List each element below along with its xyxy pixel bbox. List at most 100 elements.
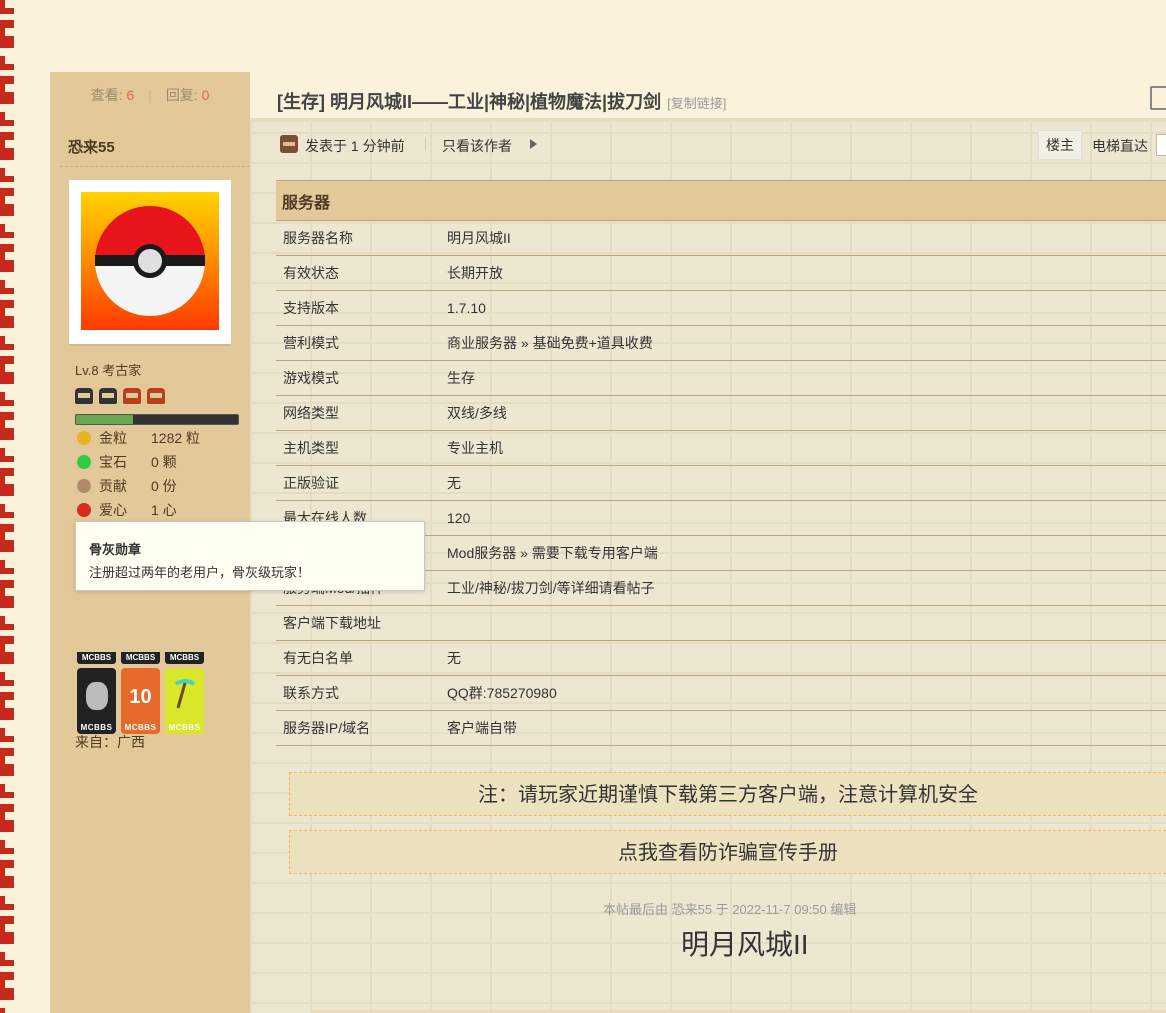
user-level: Lv.8 考古家	[75, 363, 142, 378]
views-count: 6	[126, 87, 135, 103]
thread-title-bar: [生存] 明月风城II——工业|神秘|植物魔法|拔刀剑 [复制链接]	[250, 72, 1166, 122]
floor-jump-input[interactable]	[1156, 134, 1166, 156]
table-row: 有无白名单 无	[276, 641, 1166, 676]
table-row: 服务器IP/域名 客户端自带	[276, 711, 1166, 746]
avatar[interactable]	[69, 180, 231, 346]
medal-pickaxe[interactable]: MCBBS	[165, 668, 204, 734]
user-stat: 宝石 0 颗	[77, 452, 177, 472]
stat-label: 爱心	[99, 502, 127, 518]
user-stat: 爱心 1 心	[77, 500, 177, 520]
row-key: 有无白名单	[283, 650, 353, 666]
medal[interactable]: MCBBS	[121, 652, 160, 664]
stat-value: 1 心	[151, 502, 177, 518]
table-row: 游戏模式 生存	[276, 361, 1166, 396]
thread-stats: 查看: 6 | 回复: 0	[50, 72, 250, 122]
stat-label: 宝石	[99, 454, 127, 470]
arrow-right-icon[interactable]	[530, 139, 537, 149]
row-key: 游戏模式	[283, 370, 339, 386]
row-value: Mod服务器 » 需要下载专用客户端	[447, 545, 658, 561]
medal[interactable]: MCBBS	[77, 652, 116, 664]
stat-value: 0 颗	[151, 454, 177, 470]
post-time: 发表于 1 分钟前	[305, 138, 405, 154]
table-row: 网络类型 双线/多线	[276, 396, 1166, 431]
server-info-table: 服务器 服务器名称 明月风城II 有效状态 长期开放支持版本 1.7.10 营利模式 商业服…	[276, 180, 1166, 746]
stat-value: 0 份	[151, 478, 177, 494]
only-author-link[interactable]: 只看该作者	[442, 136, 512, 156]
row-value: 120	[447, 510, 471, 526]
pokeball-avatar-image	[81, 192, 219, 330]
ash-pile-icon	[86, 682, 108, 710]
row-value: 无	[447, 650, 461, 666]
replies-label: 回复:	[165, 87, 198, 103]
tooltip-description: 注册超过两年的老用户，骨灰级玩家！	[89, 565, 311, 580]
row-value: 明月风城II	[447, 230, 511, 246]
row-value: 生存	[447, 370, 475, 386]
user-location: 来自：广西	[75, 734, 145, 750]
print-icon[interactable]	[1150, 86, 1166, 110]
row-key: 主机类型	[283, 440, 339, 456]
thread-title: [生存] 明月风城II——工业|神秘|植物魔法|拔刀剑	[277, 92, 662, 112]
row-key: 正版验证	[283, 475, 339, 491]
row-value: 商业服务器 » 基础免费+道具收费	[447, 335, 653, 351]
row-key: 营利模式	[283, 335, 339, 351]
table-row: 营利模式 商业服务器 » 基础免费+道具收费	[276, 326, 1166, 361]
medal[interactable]: MCBBS	[165, 652, 204, 664]
emerald-icon	[77, 455, 91, 469]
apple-icon	[77, 503, 91, 517]
row-key: 网络类型	[283, 405, 339, 421]
row-value: 双线/多线	[447, 405, 507, 421]
helmet-icon	[99, 388, 117, 404]
replies-count: 0	[201, 87, 210, 103]
medal-10[interactable]: 10 MCBBS	[121, 668, 160, 734]
copy-link-button[interactable]: [复制链接]	[667, 96, 726, 111]
divider	[60, 166, 250, 167]
user-stat: 金粒 1282 粒	[77, 428, 200, 448]
row-key: 有效状态	[283, 265, 339, 281]
stat-value: 1282 粒	[151, 430, 201, 446]
views-label: 查看:	[90, 87, 123, 103]
row-key: 客户端下载地址	[283, 615, 381, 631]
row-value: 工业/神秘/拔刀剑/等详细请看帖子	[447, 580, 655, 596]
row-value	[447, 606, 1166, 641]
post-meta-bar: 发表于 1 分钟前 只看该作者 楼主 电梯直达	[250, 122, 1166, 166]
row-value: 客户端自带	[447, 720, 517, 736]
medal-ash[interactable]: MCBBS	[77, 668, 116, 734]
helmet-icon	[147, 388, 165, 404]
table-row: 主机类型 专业主机	[276, 431, 1166, 466]
table-row: 服务器名称 明月风城II	[276, 221, 1166, 256]
row-value: QQ群:785270980	[447, 685, 557, 701]
anti-fraud-link[interactable]: 点我查看防诈骗宣传手册	[289, 830, 1166, 874]
table-header: 服务器	[276, 180, 1166, 221]
server-name-heading: 明月风城II	[681, 929, 809, 960]
author-head-icon	[280, 135, 298, 153]
helmet-icon	[75, 388, 93, 404]
row-value: 长期开放	[447, 265, 503, 281]
row-value: 专业主机	[447, 440, 503, 456]
row-key: 服务器IP/域名	[283, 720, 371, 736]
elevator-label: 电梯直达	[1092, 138, 1148, 154]
username[interactable]: 恐来55	[68, 136, 115, 157]
cookie-icon	[77, 479, 91, 493]
level-helmets	[75, 388, 165, 404]
row-value: 1.7.10	[447, 300, 486, 316]
table-header-title: 服务器	[282, 194, 331, 212]
table-row: 正版验证 无	[276, 466, 1166, 501]
stat-label: 贡献	[99, 478, 127, 494]
floor-label: 楼主	[1038, 130, 1082, 160]
stat-label: 金粒	[99, 430, 127, 446]
medal-tooltip: 骨灰勋章 注册超过两年的老用户，骨灰级玩家！	[75, 521, 425, 591]
row-value: 无	[447, 475, 461, 491]
left-decorative-border	[0, 0, 14, 1013]
security-notice: 注：请玩家近期谨慎下载第三方客户端，注意计算机安全	[289, 772, 1166, 816]
row-key: 联系方式	[283, 685, 339, 701]
gold-nugget-icon	[77, 431, 91, 445]
user-stat: 贡献 0 份	[77, 476, 177, 496]
helmet-icon	[123, 388, 141, 404]
table-row: 客户端下载地址	[276, 606, 1166, 641]
pickaxe-icon	[174, 679, 196, 709]
table-row: 支持版本 1.7.10	[276, 291, 1166, 326]
medal-grid: MCBBS MCBBS MCBBS MCBBS 10 MCBBS MCBBS	[77, 652, 205, 734]
table-row: 联系方式 QQ群:785270980	[276, 676, 1166, 711]
level-progress-bar	[75, 414, 239, 425]
row-key: 支持版本	[283, 300, 339, 316]
